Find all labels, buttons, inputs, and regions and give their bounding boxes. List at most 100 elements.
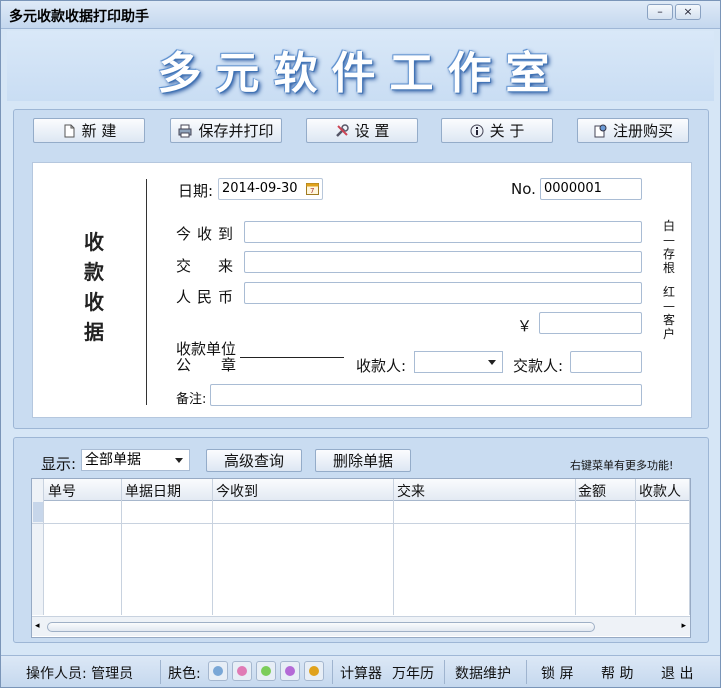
context-menu-hint: 右键菜单有更多功能!: [570, 459, 674, 472]
data-maintenance-button[interactable]: 数据维护: [455, 663, 511, 683]
column-header-date[interactable]: 单据日期: [125, 481, 181, 501]
delete-record-button[interactable]: 删除单据: [315, 449, 411, 472]
printer-icon: [178, 124, 192, 138]
register-icon: [593, 124, 607, 138]
new-label: 新 建: [81, 122, 117, 140]
column-header-number[interactable]: 单号: [48, 481, 76, 501]
minimize-button[interactable]: –: [647, 4, 673, 20]
receipt-form: 收款收据 日期: 2014-09-30 7 No. 0000001 今收到 交 …: [32, 162, 692, 418]
advanced-search-label: 高级查询: [223, 452, 284, 470]
skin-label: 肤色:: [168, 666, 201, 682]
skin-pink-icon: [237, 666, 247, 676]
copy-note-white: 白—存根: [662, 219, 675, 275]
svg-text:7: 7: [310, 187, 314, 195]
skin-orange-button[interactable]: [304, 661, 324, 681]
date-value: 2014-09-30: [222, 181, 298, 196]
calendar-icon[interactable]: 7: [306, 182, 319, 202]
help-button[interactable]: 帮 助: [601, 663, 633, 683]
close-button[interactable]: ×: [675, 4, 701, 20]
about-label: 关 于: [489, 122, 525, 140]
skin-green-icon: [261, 666, 271, 676]
divider: [146, 179, 147, 405]
seal-line: [240, 357, 344, 358]
app-window: 多元收款收据打印助手 – × 多元软件工作室 新 建 保存并打印 设 置 关 于…: [0, 0, 721, 688]
column-header-receiver[interactable]: 收款人: [639, 481, 681, 501]
separator: [332, 660, 333, 684]
separator: [526, 660, 527, 684]
skin-orange-icon: [309, 666, 319, 676]
amount-input[interactable]: [539, 312, 642, 334]
receipt-panel: 新 建 保存并打印 设 置 关 于 注册购买 收款收据 日期: 2014-09-…: [13, 109, 709, 429]
number-label: No.: [511, 180, 536, 198]
received-from-label: 今收到: [176, 225, 240, 243]
scroll-left-icon[interactable]: ◂: [35, 621, 40, 631]
records-table[interactable]: 单号 单据日期 今收到 交来 金额 收款人 ◂ ▸: [31, 478, 691, 638]
register-button[interactable]: 注册购买: [577, 118, 689, 143]
rmb-input[interactable]: [244, 282, 642, 304]
yen-label: ￥: [517, 317, 533, 335]
new-document-icon: [62, 124, 76, 138]
scrollbar-thumb[interactable]: [47, 622, 595, 632]
receiver-label: 收款人:: [356, 357, 407, 375]
lock-screen-button[interactable]: 锁 屏: [541, 663, 573, 683]
receipt-title: 收款收据: [84, 230, 104, 344]
skin-blue-button[interactable]: [208, 661, 228, 681]
calendar-button[interactable]: 万年历: [392, 663, 434, 683]
copy-note-red: 红—客户: [662, 285, 675, 341]
number-field[interactable]: 0000001: [540, 178, 642, 200]
advanced-search-button[interactable]: 高级查询: [206, 449, 302, 472]
banner: 多元软件工作室: [7, 31, 714, 101]
column-header-payment-for[interactable]: 交来: [397, 481, 425, 501]
row-selector-column: [32, 479, 44, 615]
save-print-button[interactable]: 保存并打印: [170, 118, 282, 143]
remarks-label: 备注:: [176, 392, 207, 407]
tools-icon: [335, 123, 349, 138]
payment-for-label: 交 来: [176, 257, 240, 275]
calculator-button[interactable]: 计算器: [340, 663, 382, 683]
separator: [160, 660, 161, 684]
table-row[interactable]: [32, 523, 690, 524]
skin-blue-icon: [213, 666, 223, 676]
column-header-received-from[interactable]: 今收到: [216, 481, 258, 501]
filter-value: 全部单据: [85, 452, 141, 468]
number-value: 0000001: [544, 181, 602, 196]
receiver-select[interactable]: [414, 351, 503, 373]
skin-green-button[interactable]: [256, 661, 276, 681]
show-label: 显示:: [41, 455, 77, 473]
separator: [444, 660, 445, 684]
settings-button[interactable]: 设 置: [306, 118, 418, 143]
banner-title: 多元软件工作室: [157, 48, 564, 99]
operator-label: 操作人员: 管理员: [26, 666, 134, 682]
payer-input[interactable]: [570, 351, 642, 373]
skin-purple-button[interactable]: [280, 661, 300, 681]
chevron-down-icon: [488, 360, 496, 365]
status-bar: 操作人员: 管理员 肤色: 计算器 万年历 数据维护 锁 屏 帮 助 退 出: [1, 655, 720, 687]
new-button[interactable]: 新 建: [33, 118, 145, 143]
scroll-right-icon[interactable]: ▸: [681, 621, 686, 631]
save-print-label: 保存并打印: [198, 122, 274, 140]
chevron-down-icon: [175, 458, 183, 463]
info-icon: [470, 124, 484, 138]
unit-seal-label: 收款单位 公 章: [176, 340, 237, 374]
exit-button[interactable]: 退 出: [661, 663, 693, 683]
payer-label: 交款人:: [513, 357, 564, 375]
records-panel: 显示: 全部单据 高级查询 删除单据 右键菜单有更多功能! 单号 单据日期 今收…: [13, 437, 709, 643]
horizontal-scrollbar[interactable]: ◂ ▸: [32, 616, 690, 636]
skin-pink-button[interactable]: [232, 661, 252, 681]
remarks-input[interactable]: [210, 384, 642, 406]
window-title: 多元收款收据打印助手: [9, 9, 149, 25]
title-bar[interactable]: 多元收款收据打印助手 – ×: [1, 1, 720, 29]
current-row-indicator: [33, 502, 43, 522]
settings-label: 设 置: [354, 122, 390, 140]
received-from-input[interactable]: [244, 221, 642, 243]
delete-record-label: 删除单据: [332, 452, 393, 470]
skin-purple-icon: [285, 666, 295, 676]
filter-select[interactable]: 全部单据: [81, 449, 190, 471]
register-label: 注册购买: [612, 122, 673, 140]
date-label: 日期:: [178, 182, 214, 200]
column-header-amount[interactable]: 金额: [578, 481, 606, 501]
date-field[interactable]: 2014-09-30 7: [218, 178, 323, 200]
rmb-label: 人民币: [176, 288, 240, 306]
about-button[interactable]: 关 于: [441, 118, 553, 143]
payment-for-input[interactable]: [244, 251, 642, 273]
